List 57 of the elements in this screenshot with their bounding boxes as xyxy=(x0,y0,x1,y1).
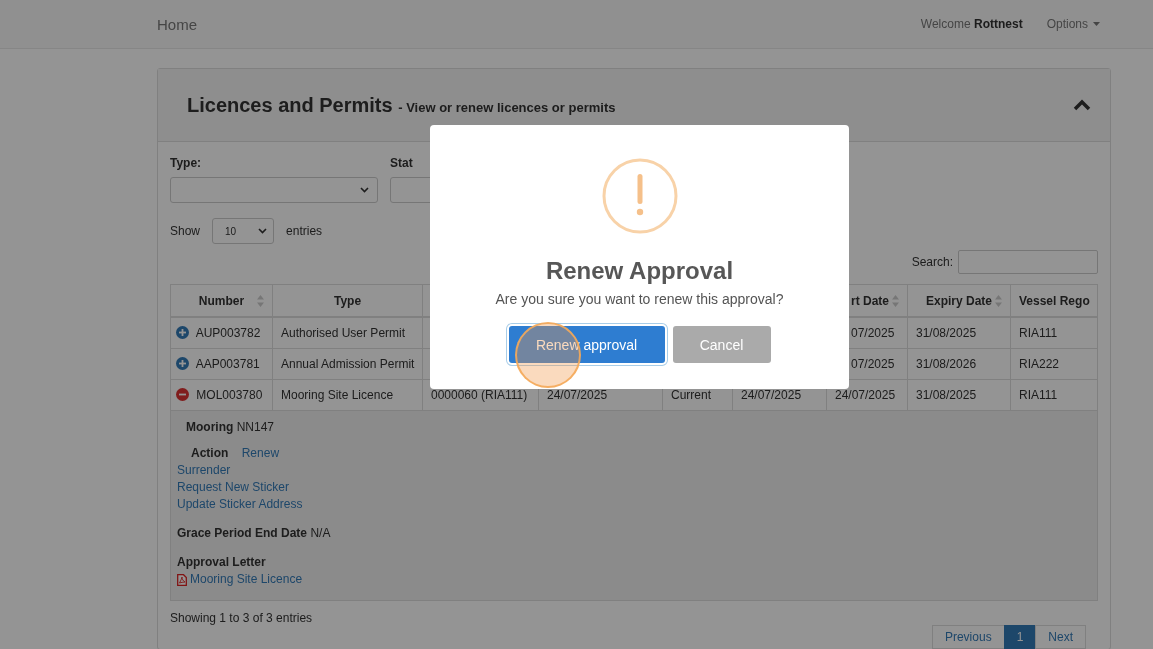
table-cell: Annual Admission Permit xyxy=(272,348,423,380)
search-label: Search: xyxy=(911,255,953,269)
grace-value: N/A xyxy=(310,526,331,540)
sort-icon xyxy=(892,295,899,307)
warning-icon xyxy=(601,158,678,234)
table-cell: Mooring Site Licence xyxy=(272,379,423,411)
plus-circle-icon[interactable] xyxy=(176,326,189,339)
table-cell: RIA222 xyxy=(1010,348,1098,380)
entries-info: Showing 1 to 3 of 3 entries xyxy=(170,611,314,625)
table-cell: Authorised User Permit xyxy=(272,317,423,349)
table-cell: RIA111 xyxy=(1010,379,1098,411)
column-header[interactable]: Type xyxy=(272,284,423,317)
plus-circle-icon[interactable] xyxy=(176,357,189,370)
action-label: Action xyxy=(191,446,229,460)
dialog-title: Renew Approval xyxy=(545,257,734,285)
caret-icon xyxy=(1093,22,1100,26)
sort-icon xyxy=(257,295,264,307)
search-field[interactable] xyxy=(958,250,1098,274)
record-number: AUP003782 xyxy=(170,317,273,349)
record-number: MOL003780 xyxy=(170,379,273,411)
minus-circle-icon[interactable] xyxy=(176,388,189,401)
table-cell: 31/08/2026 xyxy=(907,348,1011,380)
action-link[interactable]: Renew xyxy=(241,446,280,460)
table-cell: RIA111 xyxy=(1010,317,1098,349)
action-link[interactable]: Surrender xyxy=(177,463,231,477)
table-cell: 31/08/2025 xyxy=(907,379,1011,411)
filter-label: Stat xyxy=(390,156,414,170)
grace-label: Grace Period End Date xyxy=(177,526,308,540)
options-menu[interactable]: Options xyxy=(1046,17,1100,31)
record-number: AAP003781 xyxy=(170,348,273,380)
pdf-file-icon xyxy=(177,573,187,586)
cancel-button[interactable]: Cancel xyxy=(672,326,771,363)
letter-link[interactable]: Mooring Site Licence xyxy=(190,571,303,588)
entries-label: entries xyxy=(286,224,323,238)
sort-icon xyxy=(995,295,1002,307)
chevron-up-icon[interactable] xyxy=(1073,99,1091,111)
click-highlight xyxy=(515,322,581,388)
column-header[interactable]: Number xyxy=(170,284,273,317)
column-header[interactable]: Expiry Date xyxy=(907,284,1011,317)
letter-label: Approval Letter xyxy=(177,555,266,569)
action-link[interactable]: Request New Sticker xyxy=(177,480,290,494)
panel-title: Licences and Permits - View or renew licences or permits xyxy=(187,93,616,117)
chevron-down-icon xyxy=(258,228,268,234)
show-label: Show xyxy=(170,224,201,238)
page-button[interactable]: Next xyxy=(1035,625,1086,649)
home-link[interactable]: Home xyxy=(157,15,197,33)
column-header[interactable]: Vessel Rego xyxy=(1010,284,1098,317)
page-button[interactable]: 1 xyxy=(1003,625,1037,649)
mooring-label: Mooring xyxy=(186,420,234,434)
action-link[interactable]: Update Sticker Address xyxy=(177,497,303,511)
welcome-text: Welcome Rottnest xyxy=(920,17,1023,31)
table-cell: 31/08/2025 xyxy=(907,317,1011,349)
dialog-message: Are you sure you want to renew this approval? xyxy=(495,291,784,307)
chevron-down-icon xyxy=(360,187,369,193)
entries-select[interactable]: 10 xyxy=(212,218,275,244)
mooring-value: NN147 xyxy=(236,420,275,434)
filter-label: Type: xyxy=(170,156,203,170)
